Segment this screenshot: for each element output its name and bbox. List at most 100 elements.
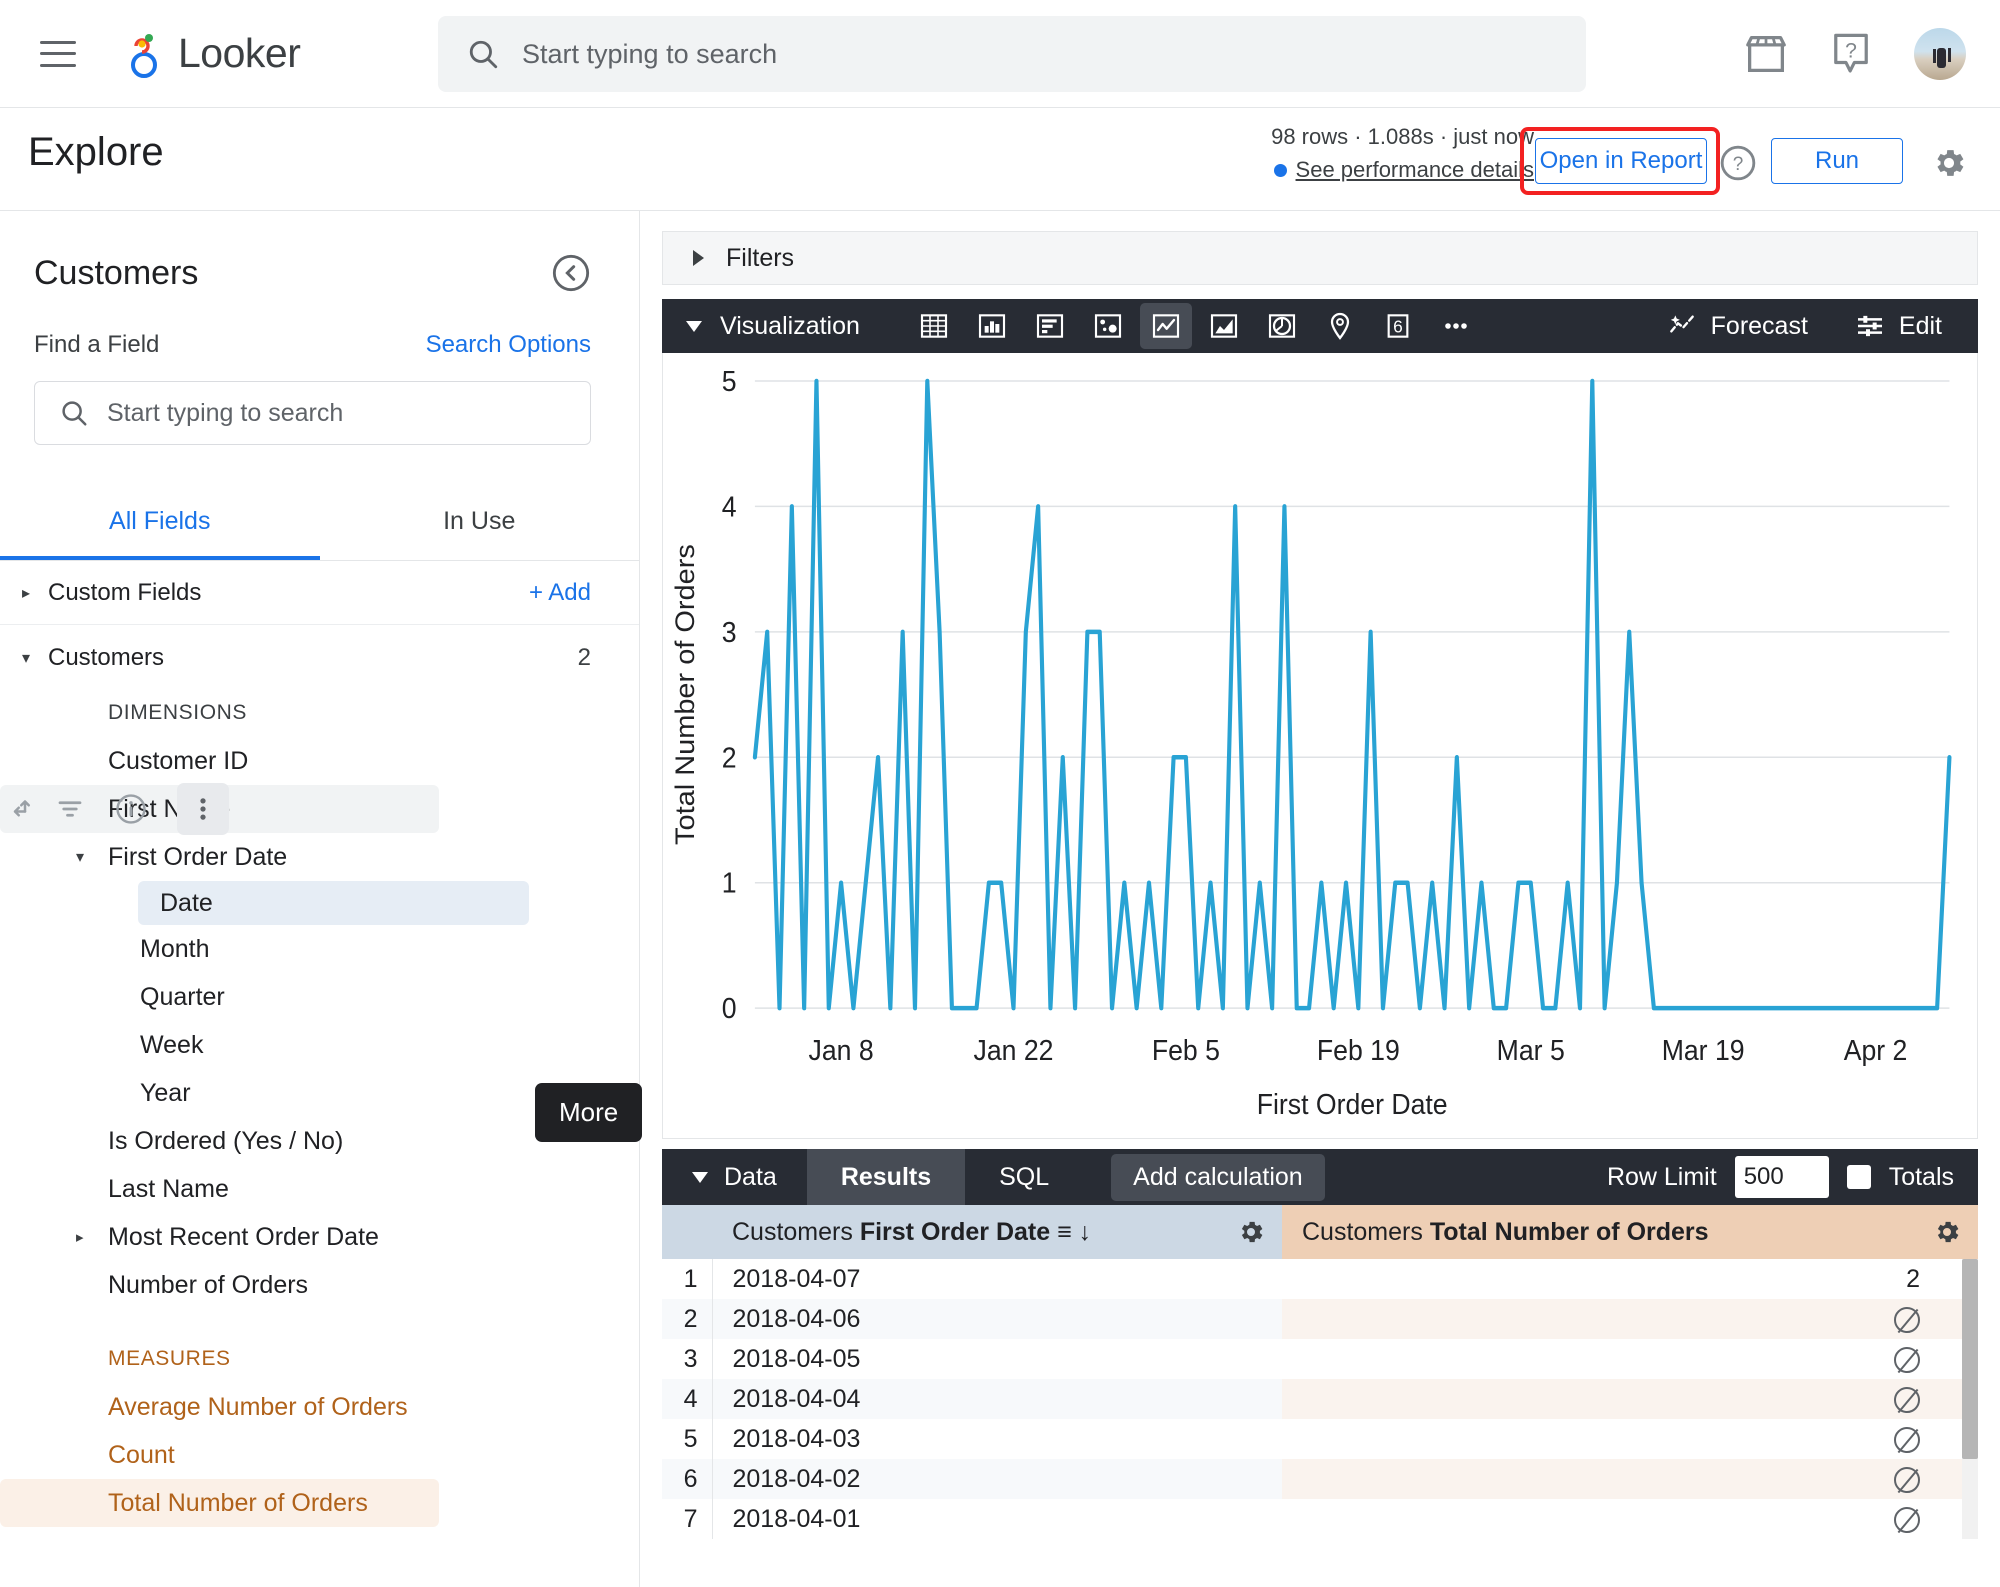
- cell-total-number-of-orders[interactable]: [1282, 1499, 1978, 1539]
- table-row[interactable]: 3 2018-04-05: [662, 1339, 1978, 1379]
- column-menu-icon[interactable]: ≡: [1057, 1218, 1072, 1246]
- table-row[interactable]: 7 2018-04-01: [662, 1499, 1978, 1539]
- visualization-type-buttons: 6: [908, 303, 1482, 349]
- tab-in-use[interactable]: In Use: [320, 485, 640, 560]
- field-first-order-date-month[interactable]: Month: [0, 925, 639, 973]
- field-first-order-date-quarter[interactable]: Quarter: [0, 973, 639, 1021]
- add-custom-field-button[interactable]: + Add: [529, 579, 591, 607]
- chevron-right-icon[interactable]: ▸: [76, 1228, 102, 1246]
- view-group-customers[interactable]: ▾ Customers 2: [0, 625, 639, 691]
- row-limit-input[interactable]: [1734, 1156, 1829, 1198]
- add-calculation-button[interactable]: Add calculation: [1111, 1153, 1325, 1201]
- search-options-link[interactable]: Search Options: [426, 331, 591, 359]
- cell-total-number-of-orders[interactable]: [1282, 1379, 1978, 1419]
- field-search-input[interactable]: Start typing to search: [34, 381, 591, 445]
- table-row[interactable]: 5 2018-04-03: [662, 1419, 1978, 1459]
- field-first-order-date[interactable]: ▾ First Order Date: [0, 833, 639, 881]
- field-average-number-of-orders[interactable]: Average Number of Orders: [0, 1383, 639, 1431]
- pie-chart-icon[interactable]: [1256, 303, 1308, 349]
- field-label: Year: [140, 1078, 191, 1107]
- bar-chart-icon[interactable]: [1024, 303, 1076, 349]
- field-most-recent-order-date[interactable]: ▸ Most Recent Order Date: [0, 1213, 639, 1261]
- hamburger-icon[interactable]: [40, 40, 76, 67]
- svg-text:5: 5: [722, 365, 737, 397]
- view-group-label: Customers: [48, 644, 165, 671]
- data-toolbar: Data Results SQL Add calculation Row Lim…: [662, 1149, 1978, 1205]
- cell-first-order-date[interactable]: 2018-04-02: [711, 1459, 1282, 1499]
- gear-icon[interactable]: [1932, 1217, 1962, 1247]
- table-row[interactable]: 4 2018-04-04: [662, 1379, 1978, 1419]
- line-chart-icon[interactable]: [1139, 303, 1192, 349]
- info-icon[interactable]: [105, 783, 157, 835]
- tab-sql[interactable]: SQL: [965, 1149, 1083, 1205]
- chevron-down-icon[interactable]: ▾: [76, 847, 102, 867]
- column-chart-icon[interactable]: [966, 303, 1018, 349]
- marketplace-icon[interactable]: [1744, 34, 1788, 74]
- chevron-left-circle-icon[interactable]: [551, 253, 591, 293]
- cell-first-order-date[interactable]: 2018-04-06: [711, 1299, 1282, 1339]
- cell-first-order-date[interactable]: 2018-04-01: [711, 1499, 1282, 1539]
- gear-icon[interactable]: [1930, 144, 1968, 182]
- chevron-right-icon[interactable]: [693, 250, 704, 266]
- more-horizontal-icon[interactable]: [1430, 303, 1482, 349]
- field-total-number-of-orders[interactable]: Total Number of Orders: [0, 1479, 439, 1527]
- cell-total-number-of-orders[interactable]: [1282, 1299, 1978, 1339]
- table-chart-icon[interactable]: [908, 303, 960, 349]
- gear-icon[interactable]: [1236, 1217, 1266, 1247]
- table-scrollbar-thumb[interactable]: [1962, 1259, 1978, 1459]
- field-first-name[interactable]: First Name: [0, 783, 439, 835]
- chevron-down-icon[interactable]: ▾: [22, 648, 48, 668]
- field-customer-id[interactable]: Customer ID: [0, 737, 639, 785]
- cell-total-number-of-orders[interactable]: [1282, 1459, 1978, 1499]
- field-last-name[interactable]: Last Name: [0, 1165, 639, 1213]
- filter-icon[interactable]: [55, 794, 85, 824]
- more-vertical-icon[interactable]: [177, 783, 229, 835]
- scatter-chart-icon[interactable]: [1082, 303, 1134, 349]
- looker-brand[interactable]: Looker: [122, 30, 301, 78]
- global-search[interactable]: Start typing to search: [438, 16, 1586, 92]
- cell-first-order-date[interactable]: 2018-04-05: [711, 1339, 1282, 1379]
- more-tooltip: More: [535, 1083, 643, 1142]
- pivot-icon[interactable]: [5, 794, 35, 824]
- area-chart-icon[interactable]: [1198, 303, 1250, 349]
- edit-button[interactable]: Edit: [1854, 310, 1942, 342]
- chevron-down-icon[interactable]: [692, 1171, 708, 1183]
- table-row[interactable]: 1 2018-04-07 2: [662, 1259, 1978, 1299]
- single-value-icon[interactable]: 6: [1372, 303, 1424, 349]
- table-row[interactable]: 6 2018-04-02: [662, 1459, 1978, 1499]
- run-button[interactable]: Run: [1771, 138, 1903, 184]
- row-index: 5: [683, 1424, 698, 1453]
- cell-total-number-of-orders[interactable]: 2: [1282, 1259, 1978, 1299]
- filters-bar[interactable]: Filters: [662, 231, 1978, 285]
- data-label: Data: [724, 1162, 777, 1191]
- field-first-order-date-week[interactable]: Week: [0, 1021, 639, 1069]
- field-number-of-orders[interactable]: Number of Orders: [0, 1261, 639, 1309]
- map-chart-icon[interactable]: [1314, 303, 1366, 349]
- chevron-right-icon[interactable]: ▸: [22, 583, 48, 603]
- cell-total-number-of-orders[interactable]: [1282, 1339, 1978, 1379]
- custom-fields-group[interactable]: ▸ Custom Fields + Add: [0, 561, 639, 625]
- cell-total-number-of-orders[interactable]: [1282, 1419, 1978, 1459]
- avatar[interactable]: [1914, 28, 1966, 80]
- svg-text:Jan 8: Jan 8: [809, 1034, 874, 1066]
- row-index: 3: [683, 1344, 698, 1373]
- field-count[interactable]: Count: [0, 1431, 639, 1479]
- chevron-down-icon[interactable]: [686, 320, 702, 332]
- totals-checkbox[interactable]: [1846, 1165, 1871, 1189]
- help-icon[interactable]: ?: [1830, 32, 1872, 76]
- tab-all-fields[interactable]: All Fields: [0, 485, 320, 560]
- column-header-first-order-date[interactable]: Customers First Order Date ≡ ↓: [712, 1205, 1282, 1259]
- sort-descending-icon[interactable]: ↓: [1079, 1218, 1092, 1246]
- cell-first-order-date[interactable]: 2018-04-03: [711, 1419, 1282, 1459]
- cell-first-order-date[interactable]: 2018-04-07: [711, 1259, 1282, 1299]
- tab-results[interactable]: Results: [806, 1149, 966, 1205]
- performance-details-link[interactable]: See performance details: [1296, 157, 1534, 183]
- forecast-button[interactable]: Forecast: [1666, 310, 1808, 342]
- help-circle-icon[interactable]: ?: [1719, 144, 1757, 182]
- brand-name: Looker: [178, 30, 301, 76]
- open-in-report-button[interactable]: Open in Report: [1535, 138, 1707, 184]
- cell-first-order-date[interactable]: 2018-04-04: [711, 1379, 1282, 1419]
- table-row[interactable]: 2 2018-04-06: [662, 1299, 1978, 1339]
- column-header-total-number-of-orders[interactable]: Customers Total Number of Orders: [1282, 1205, 1978, 1259]
- field-first-order-date-date[interactable]: Date: [138, 881, 529, 925]
